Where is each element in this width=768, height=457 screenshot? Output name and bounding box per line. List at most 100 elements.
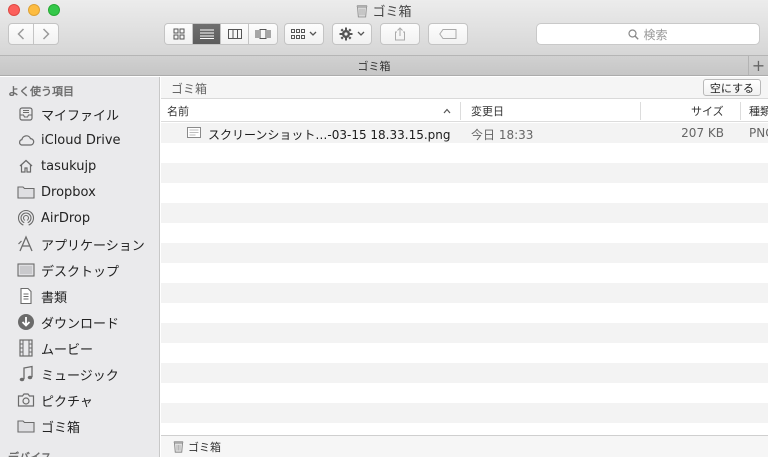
file-name: スクリーンショット…-03-15 18.33.15.png bbox=[208, 128, 451, 142]
cover-flow-icon bbox=[255, 29, 271, 39]
sidebar-item-music[interactable]: ミュージック bbox=[16, 363, 156, 385]
search-field[interactable]: 検索 bbox=[536, 23, 760, 45]
sort-ascending-icon bbox=[443, 108, 451, 114]
file-list-pane: ゴミ箱 空にする 名前 変更日 サイズ 種類 スクリーンショット…-03-15 … bbox=[161, 77, 768, 457]
sidebar-item-label: ムービー bbox=[41, 342, 94, 358]
tab-trash[interactable]: ゴミ箱 bbox=[0, 58, 748, 74]
folder-icon bbox=[16, 416, 36, 436]
empty-row bbox=[161, 203, 768, 223]
empty-row bbox=[161, 403, 768, 423]
icon-view-button[interactable] bbox=[165, 24, 193, 44]
movies-icon bbox=[16, 338, 36, 358]
file-rows: スクリーンショット…-03-15 18.33.15.png 今日 18:33 2… bbox=[161, 123, 768, 435]
chevron-left-icon bbox=[17, 28, 25, 40]
documents-icon bbox=[16, 286, 36, 306]
sidebar-item-label: AirDrop bbox=[41, 210, 91, 226]
sidebar-item-label: ゴミ箱 bbox=[41, 420, 81, 436]
sidebar-item-downloads[interactable]: ダウンロード bbox=[16, 311, 156, 333]
path-title: ゴミ箱 bbox=[171, 82, 208, 96]
sidebar: よく使う項目 マイファイル iCloud Drive tasukujp Drop… bbox=[0, 77, 160, 457]
home-icon bbox=[16, 156, 36, 176]
sidebar-item-label: ピクチャ bbox=[41, 394, 93, 410]
sidebar-item-airdrop[interactable]: AirDrop bbox=[16, 207, 156, 229]
sidebar-item-dropbox[interactable]: Dropbox bbox=[16, 181, 156, 203]
empty-row bbox=[161, 383, 768, 403]
png-file-icon bbox=[187, 127, 201, 138]
sidebar-item-icloud-drive[interactable]: iCloud Drive bbox=[16, 129, 156, 151]
sidebar-item-all-my-files[interactable]: マイファイル bbox=[16, 103, 156, 125]
tag-icon bbox=[439, 29, 457, 39]
search-placeholder: 検索 bbox=[643, 27, 668, 42]
folder-icon bbox=[16, 182, 36, 202]
arrange-menu-button[interactable] bbox=[284, 23, 324, 45]
column-header-name[interactable]: 名前 bbox=[167, 103, 189, 119]
sidebar-item-movies[interactable]: ムービー bbox=[16, 337, 156, 359]
column-separator[interactable] bbox=[460, 102, 461, 120]
download-icon bbox=[16, 312, 36, 332]
status-bar: ゴミ箱 bbox=[161, 435, 768, 457]
sidebar-item-documents[interactable]: 書類 bbox=[16, 285, 156, 307]
chevron-down-icon bbox=[309, 31, 317, 36]
arrange-grid-icon bbox=[291, 29, 305, 39]
sidebar-item-label: マイファイル bbox=[41, 108, 120, 124]
column-header-kind[interactable]: 種類 bbox=[749, 103, 768, 119]
empty-row bbox=[161, 263, 768, 283]
gear-icon bbox=[339, 27, 353, 41]
title-bar: ゴミ箱 検索 bbox=[0, 0, 768, 56]
sidebar-heading-favorites: よく使う項目 bbox=[8, 85, 74, 98]
empty-row bbox=[161, 303, 768, 323]
back-button[interactable] bbox=[8, 23, 34, 45]
empty-row bbox=[161, 243, 768, 263]
trash-icon bbox=[356, 4, 368, 22]
column-headers: 名前 変更日 サイズ 種類 bbox=[161, 100, 768, 122]
trash-icon bbox=[173, 440, 184, 453]
list-icon bbox=[199, 29, 214, 39]
action-menu-button[interactable] bbox=[332, 23, 372, 45]
sidebar-item-label: デスクトップ bbox=[41, 264, 120, 280]
chevron-right-icon bbox=[42, 28, 50, 40]
column-header-modified[interactable]: 変更日 bbox=[471, 103, 504, 119]
sidebar-item-pictures[interactable]: ピクチャ bbox=[16, 389, 156, 411]
edit-tags-button[interactable] bbox=[428, 23, 468, 45]
empty-row bbox=[161, 323, 768, 343]
empty-row bbox=[161, 423, 768, 435]
empty-row bbox=[161, 283, 768, 303]
table-row[interactable]: スクリーンショット…-03-15 18.33.15.png 今日 18:33 2… bbox=[161, 123, 768, 143]
empty-trash-button[interactable]: 空にする bbox=[702, 79, 761, 96]
columns-icon bbox=[227, 29, 242, 39]
empty-row bbox=[161, 223, 768, 243]
empty-row bbox=[161, 143, 768, 163]
sidebar-item-desktop[interactable]: デスクトップ bbox=[16, 259, 156, 281]
sidebar-item-label: ダウンロード bbox=[41, 316, 120, 332]
column-header-size[interactable]: サイズ bbox=[691, 103, 724, 119]
sidebar-item-applications[interactable]: アプリケーション bbox=[16, 233, 156, 255]
column-separator[interactable] bbox=[640, 102, 641, 120]
share-icon bbox=[395, 27, 405, 41]
desktop-icon bbox=[16, 260, 36, 280]
empty-row bbox=[161, 363, 768, 383]
view-mode-segmented-control bbox=[164, 23, 278, 45]
list-view-button[interactable] bbox=[193, 24, 221, 44]
tab-bar: ゴミ箱 + bbox=[0, 56, 768, 76]
new-tab-button[interactable]: + bbox=[748, 56, 768, 75]
sidebar-item-label: Dropbox bbox=[41, 184, 96, 200]
forward-button[interactable] bbox=[33, 23, 59, 45]
file-kind: PNG bbox=[749, 126, 768, 140]
sidebar-item-label: 書類 bbox=[41, 290, 68, 306]
cloud-icon bbox=[16, 130, 36, 150]
cover-flow-view-button[interactable] bbox=[249, 24, 277, 44]
file-size: 207 KB bbox=[681, 126, 724, 140]
column-view-button[interactable] bbox=[221, 24, 249, 44]
sidebar-item-label: ミュージック bbox=[41, 368, 119, 384]
icon-grid-icon bbox=[173, 28, 184, 40]
search-icon bbox=[628, 28, 640, 40]
sidebar-item-home[interactable]: tasukujp bbox=[16, 155, 156, 177]
window-title-text: ゴミ箱 bbox=[372, 5, 412, 20]
status-text: ゴミ箱 bbox=[188, 440, 221, 454]
share-button[interactable] bbox=[380, 23, 420, 45]
empty-row bbox=[161, 183, 768, 203]
sidebar-item-trash-folder[interactable]: ゴミ箱 bbox=[16, 415, 156, 437]
column-separator[interactable] bbox=[740, 102, 741, 120]
empty-row bbox=[161, 343, 768, 363]
window-title: ゴミ箱 bbox=[0, 1, 768, 22]
